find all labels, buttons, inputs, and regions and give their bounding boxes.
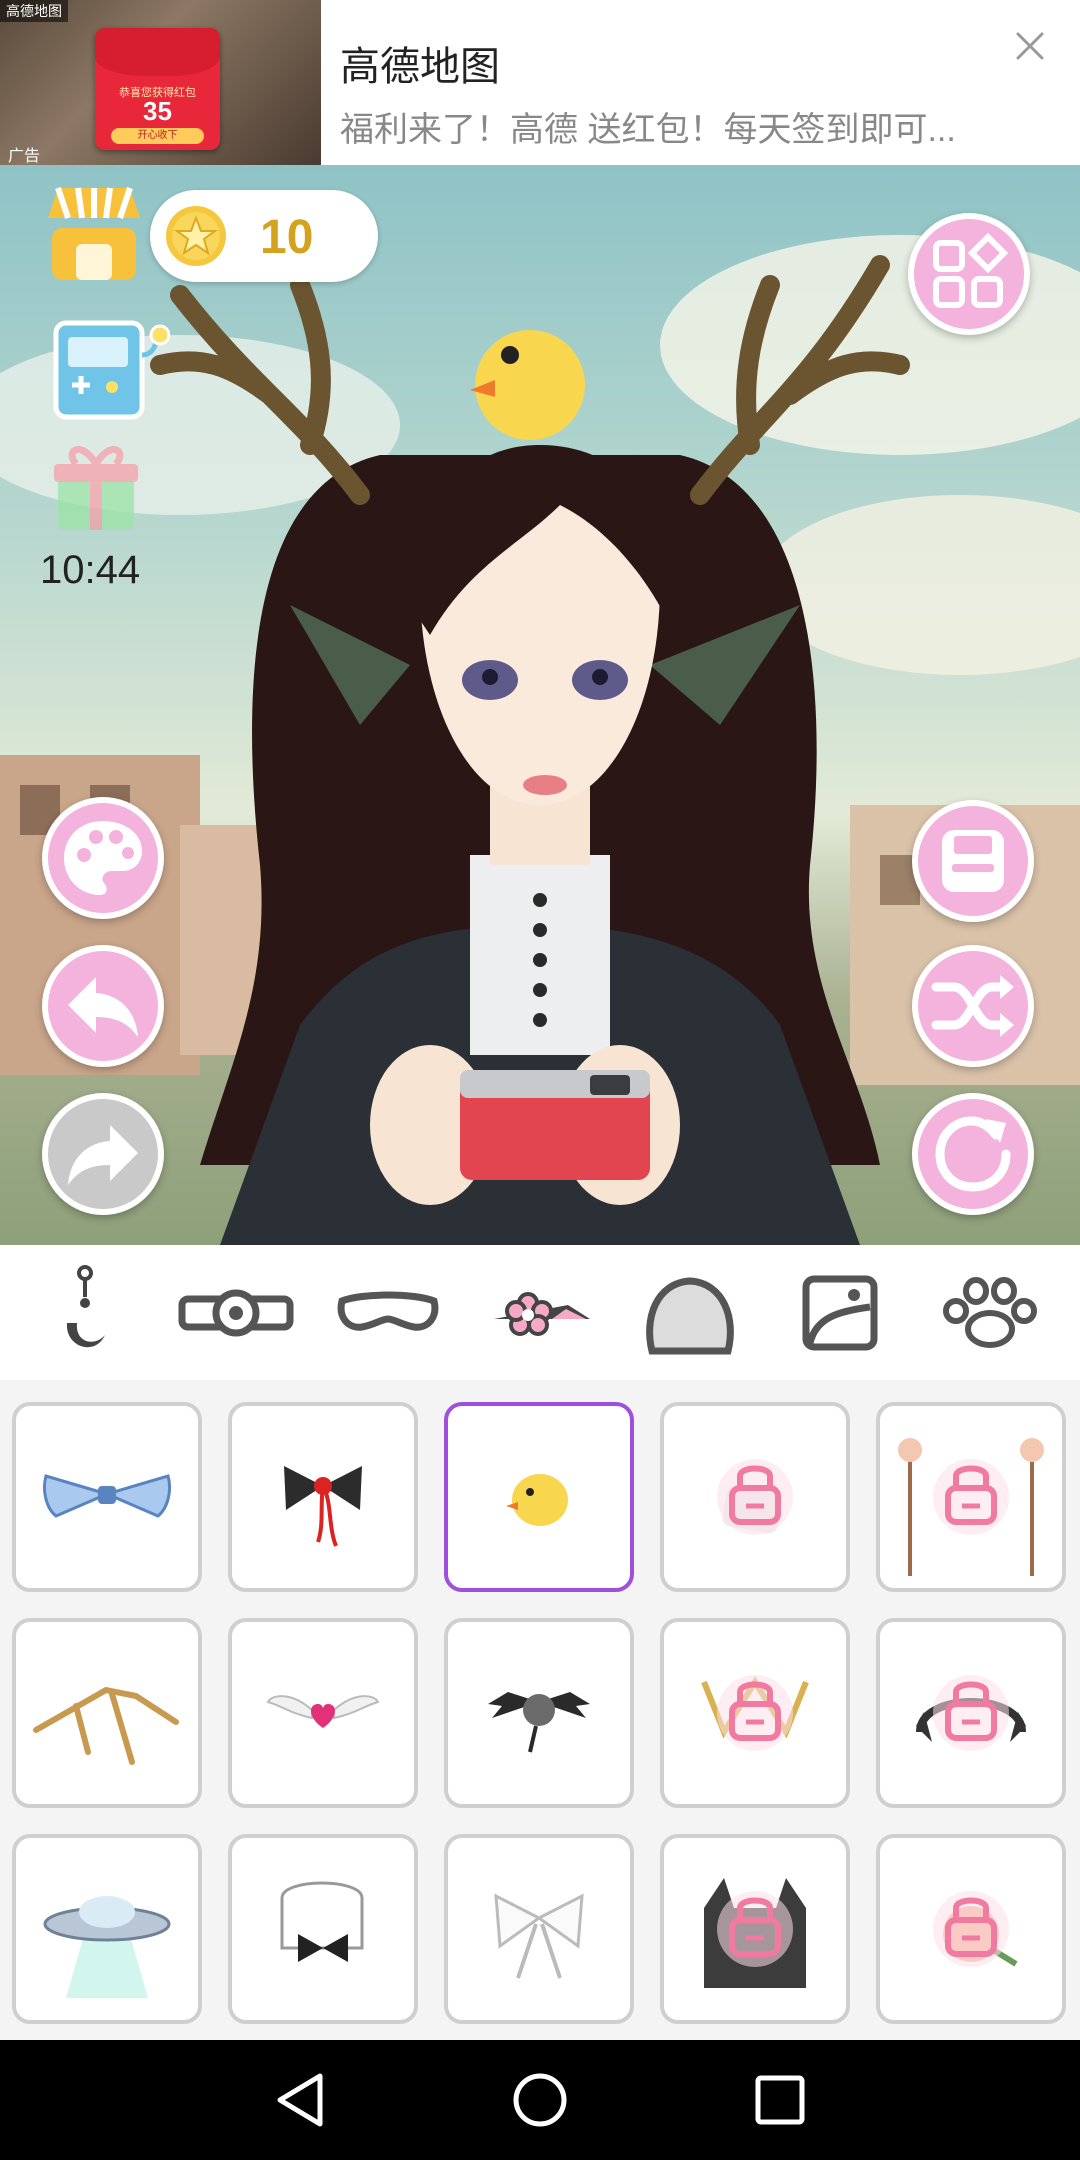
gacha-machine-button[interactable] bbox=[50, 315, 171, 425]
palette-icon bbox=[64, 821, 142, 895]
redo-icon bbox=[68, 1125, 138, 1185]
item-flower-hairsticks-locked[interactable] bbox=[876, 1402, 1066, 1592]
undo-icon bbox=[68, 977, 138, 1037]
gacha-machine-icon bbox=[53, 320, 171, 420]
undo-button[interactable] bbox=[42, 945, 164, 1067]
white-bow-icon bbox=[494, 1893, 584, 1979]
ad-tag: 广告 bbox=[8, 148, 41, 165]
shop-icon bbox=[48, 187, 140, 280]
ufo-icon bbox=[43, 1896, 171, 1998]
nav-back-button[interactable] bbox=[262, 2060, 342, 2140]
redo-button[interactable] bbox=[42, 1093, 164, 1215]
lock-icon bbox=[898, 1438, 1044, 1576]
tab-headband[interactable] bbox=[176, 1263, 296, 1363]
hat-icon bbox=[646, 1277, 734, 1355]
envelope-amount: 35 bbox=[143, 96, 172, 126]
item-yellow-chick[interactable] bbox=[444, 1402, 634, 1592]
item-maid-bow[interactable] bbox=[228, 1834, 418, 2024]
nav-recents-button[interactable] bbox=[740, 2060, 820, 2140]
palette-button[interactable] bbox=[42, 797, 164, 919]
item-winged-heart[interactable] bbox=[228, 1618, 418, 1808]
nav-home-button[interactable] bbox=[500, 2060, 580, 2140]
menu-grid-icon bbox=[933, 232, 1009, 308]
red-envelope-image: 恭喜您获得红包 35 开心收下 bbox=[95, 28, 220, 150]
star-coin-icon bbox=[166, 206, 226, 266]
back-triangle-icon bbox=[277, 2073, 323, 2127]
tab-pet[interactable] bbox=[930, 1263, 1050, 1363]
ad-thumbnail[interactable]: 高德地图 恭喜您获得红包 35 开心收下 广告 bbox=[0, 0, 321, 165]
item-golden-spikes[interactable] bbox=[12, 1618, 202, 1808]
tab-hat[interactable] bbox=[630, 1263, 750, 1363]
item-black-cat-locked[interactable] bbox=[660, 1834, 850, 2024]
recents-square-icon bbox=[755, 2075, 805, 2125]
flower-hairpin-icon bbox=[494, 1292, 590, 1336]
item-blue-bow[interactable] bbox=[12, 1402, 202, 1592]
tab-hair-accessory[interactable] bbox=[480, 1263, 600, 1363]
save-button[interactable] bbox=[912, 800, 1034, 922]
close-icon[interactable] bbox=[1010, 26, 1050, 66]
home-circle-icon bbox=[513, 2073, 567, 2127]
golden-spikes-icon bbox=[33, 1686, 179, 1765]
item-skull-bat[interactable] bbox=[444, 1618, 634, 1808]
coin-balance: 10 bbox=[150, 190, 378, 282]
ad-title[interactable]: 高德地图 bbox=[340, 34, 500, 92]
item-golden-crown-locked[interactable] bbox=[660, 1618, 850, 1808]
reset-icon bbox=[935, 1116, 1011, 1192]
category-tabs bbox=[0, 1245, 1080, 1380]
ad-banner[interactable]: 高德地图 恭喜您获得红包 35 开心收下 广告 高德地图 福利来了！高德 送红包… bbox=[0, 0, 1080, 165]
shuffle-button[interactable] bbox=[912, 945, 1034, 1067]
black-bow-icon bbox=[284, 1466, 362, 1547]
winged-heart-icon bbox=[266, 1695, 380, 1728]
envelope-button: 开心收下 bbox=[111, 128, 204, 144]
gift-button[interactable] bbox=[52, 440, 142, 535]
lock-icon bbox=[701, 1675, 809, 1751]
tab-earring[interactable] bbox=[25, 1263, 145, 1363]
headband-icon bbox=[178, 1289, 294, 1337]
shop-button[interactable] bbox=[44, 178, 144, 286]
reward-timer: 10:44 bbox=[40, 548, 141, 592]
item-grid bbox=[0, 1380, 1080, 2040]
item-card-pin-locked[interactable] bbox=[660, 1402, 850, 1592]
menu-button[interactable] bbox=[908, 213, 1030, 335]
system-nav-bar bbox=[0, 2040, 1080, 2160]
tab-eye-mask[interactable] bbox=[328, 1263, 448, 1363]
lock-icon bbox=[933, 1891, 1018, 1967]
earring-icon bbox=[66, 1265, 105, 1348]
lock-icon bbox=[704, 1878, 806, 1988]
ad-app-mark: 高德地图 bbox=[0, 0, 68, 22]
maid-bow-icon bbox=[280, 1881, 364, 1962]
gift-icon bbox=[54, 446, 138, 530]
ad-description[interactable]: 福利来了！高德 送红包！每天签到即可... bbox=[340, 102, 1000, 151]
coin-count: 10 bbox=[260, 211, 314, 264]
reset-button[interactable] bbox=[912, 1093, 1034, 1215]
blue-bow-icon bbox=[42, 1474, 172, 1518]
item-white-bow[interactable] bbox=[444, 1834, 634, 2024]
tab-background[interactable] bbox=[780, 1263, 900, 1363]
app-root: 高德地图 恭喜您获得红包 35 开心收下 广告 高德地图 福利来了！高德 送红包… bbox=[0, 0, 1080, 2160]
item-bat-wing-headband-locked[interactable] bbox=[876, 1618, 1066, 1808]
item-black-bow-red-ribbon[interactable] bbox=[228, 1402, 418, 1592]
paw-icon bbox=[943, 1277, 1037, 1348]
shuffle-icon bbox=[931, 975, 1014, 1037]
item-rose-locked[interactable] bbox=[876, 1834, 1066, 2024]
item-ufo[interactable] bbox=[12, 1834, 202, 2024]
lock-icon bbox=[916, 1675, 1026, 1751]
yellow-chick-icon bbox=[506, 1474, 568, 1526]
skull-bat-icon bbox=[488, 1692, 590, 1753]
avatar-scene: 10 10:44 bbox=[0, 165, 1080, 1245]
lock-icon bbox=[717, 1459, 793, 1535]
background-icon bbox=[802, 1275, 878, 1351]
eye-mask-icon bbox=[337, 1291, 439, 1331]
save-icon bbox=[942, 830, 1004, 892]
